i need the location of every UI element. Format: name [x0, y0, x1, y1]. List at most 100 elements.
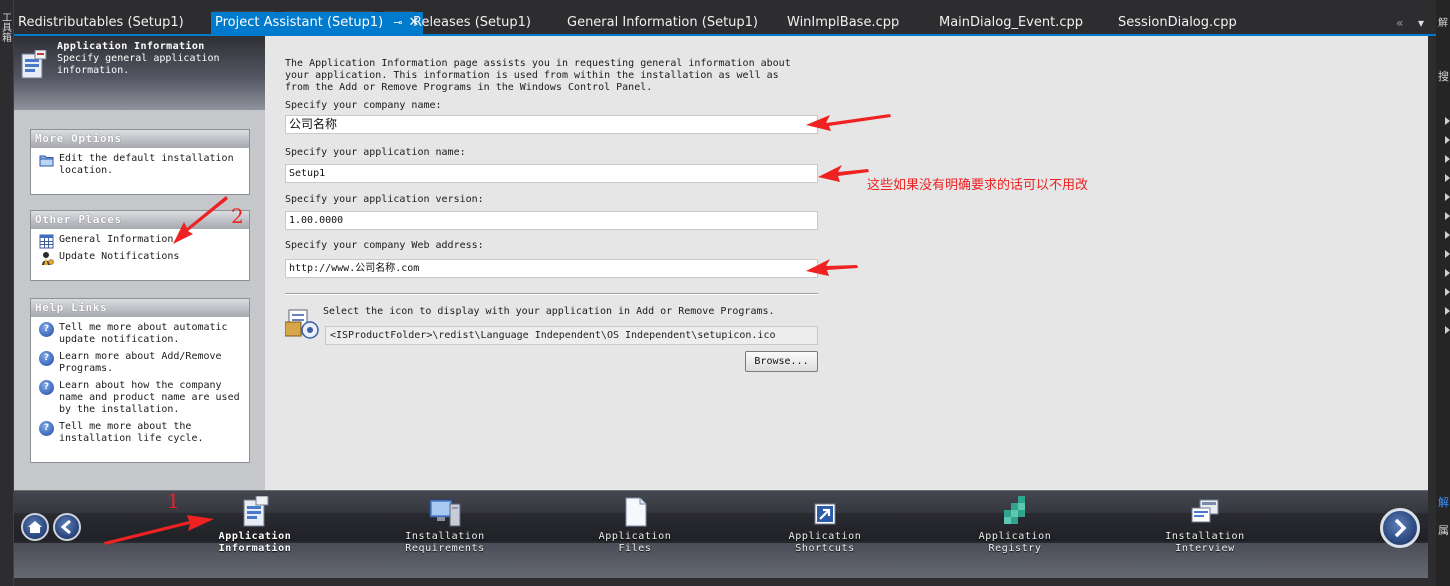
solution-explorer-strip[interactable]: 解 搜 解 属	[1436, 0, 1450, 586]
tree-expander-icon[interactable]	[1445, 117, 1450, 125]
annotation-number: 1	[167, 489, 180, 513]
setup-icon	[285, 309, 319, 339]
step-application-shortcuts[interactable]: Application Shortcuts	[765, 496, 885, 555]
help-icon: ?	[39, 380, 54, 395]
requirements-icon	[429, 499, 461, 527]
application-name-field[interactable]: Setup1	[285, 164, 818, 183]
step-installation-requirements[interactable]: Installation Requirements	[385, 496, 505, 555]
document-tab-strip: Redistributables (Setup1) Project Assist…	[14, 0, 1436, 35]
icon-path-field[interactable]: <ISProductFolder>\redist\Language Indepe…	[325, 326, 818, 345]
web-address-label: Specify your company Web address:	[285, 240, 484, 251]
browse-button[interactable]: Browse...	[745, 351, 818, 372]
application-version-field[interactable]: 1.00.0000	[285, 211, 818, 230]
properties-tab[interactable]: 属	[1438, 522, 1449, 538]
general-information-label: General Information	[59, 234, 174, 245]
section-divider	[285, 293, 818, 295]
company-name-field[interactable]: 公司名称	[285, 115, 818, 134]
help-link-label: Learn about how the company name and pro…	[59, 380, 240, 415]
tab-dropdown-icon[interactable]: ▾	[1418, 14, 1424, 32]
update-notifications-link[interactable]: Update Notifications	[39, 251, 245, 265]
tab-strip-decoration	[214, 0, 834, 15]
other-places-panel: Other Places General Information Update …	[30, 210, 250, 281]
intro-text-line: your application. This information is us…	[285, 70, 779, 81]
tab-winimplbase[interactable]: WinImplBase.cpp	[783, 12, 903, 34]
tree-expander-icon[interactable]	[1445, 155, 1450, 163]
tab-redistributables[interactable]: Redistributables (Setup1)	[14, 12, 188, 34]
general-information-link[interactable]: General Information	[39, 234, 245, 249]
home-button[interactable]	[21, 513, 49, 541]
tab-overflow-icon[interactable]: «	[1396, 14, 1403, 32]
next-icon	[1394, 518, 1407, 538]
solution-explorer-label: 解	[1438, 18, 1448, 29]
app-info-icon	[243, 496, 269, 527]
help-link-label: Tell me more about the installation life…	[59, 421, 204, 444]
shortcut-icon	[814, 503, 836, 525]
step-application-information[interactable]: Application Information	[195, 496, 315, 555]
help-link-add-remove-programs[interactable]: ? Learn more about Add/Remove Programs.	[39, 351, 245, 375]
tree-expander-icon[interactable]	[1445, 307, 1450, 315]
icon-select-label: Select the icon to display with your app…	[323, 306, 775, 317]
help-links-title: Help Links	[31, 299, 249, 317]
application-version-label: Specify your application version:	[285, 194, 484, 205]
web-address-field[interactable]: http://www.公司名称.com	[285, 259, 818, 278]
annotation-note: 这些如果没有明确要求的话可以不用改	[867, 178, 1089, 193]
toolbox-strip[interactable]: 工具箱	[0, 0, 14, 586]
update-icon	[42, 252, 54, 265]
step-application-files[interactable]: Application Files	[575, 496, 695, 555]
tree-expander-icon[interactable]	[1445, 326, 1450, 334]
tab-project-assistant[interactable]: Project Assistant (Setup1) ⊸ ✕	[211, 12, 424, 34]
tree-expander-icon[interactable]	[1445, 231, 1450, 239]
pin-icon[interactable]: ⊸	[393, 16, 402, 29]
back-button[interactable]	[53, 513, 81, 541]
folder-icon	[39, 155, 54, 167]
next-button[interactable]	[1380, 508, 1420, 548]
tree-expander-icon[interactable]	[1445, 288, 1450, 296]
tree-expander-icon[interactable]	[1445, 269, 1450, 277]
page-subtitle: Specify general application information.	[57, 53, 220, 76]
tab-releases[interactable]: Releases (Setup1)	[409, 12, 535, 34]
tab-label: Releases (Setup1)	[413, 15, 531, 30]
files-icon	[625, 497, 647, 527]
search-label: 搜	[1438, 70, 1449, 83]
solution-explorer-tab[interactable]: 解	[1438, 494, 1449, 510]
intro-text-line: from the Add or Remove Programs in the W…	[285, 82, 653, 93]
page-title: Application Information	[57, 41, 205, 52]
project-assistant-view: Application Information Specify general …	[14, 36, 1428, 490]
status-bar	[14, 578, 1436, 586]
help-link-company-product-name[interactable]: ? Learn about how the company name and p…	[39, 380, 245, 416]
step-label-line2: Information	[218, 543, 292, 554]
step-label-line2: Shortcuts	[795, 543, 855, 554]
step-label-line1: Installation	[405, 531, 485, 542]
tree-expander-icon[interactable]	[1445, 174, 1450, 182]
back-icon	[60, 519, 71, 535]
tab-label: General Information (Setup1)	[567, 15, 759, 30]
edit-install-location-label: Edit the default installation location.	[59, 153, 234, 176]
tree-expander-icon[interactable]	[1445, 250, 1450, 258]
help-icon: ?	[39, 351, 54, 366]
app-info-icon	[21, 50, 47, 79]
help-link-update-notification[interactable]: ? Tell me more about automatic update no…	[39, 322, 245, 346]
assistant-navbar: Application Information Installation Req…	[14, 490, 1428, 578]
help-link-life-cycle[interactable]: ? Tell me more about the installation li…	[39, 421, 245, 445]
step-label-line1: Application	[218, 531, 292, 542]
step-label-line2: Requirements	[405, 543, 485, 554]
tab-maindialog-event[interactable]: MainDialog_Event.cpp	[935, 12, 1087, 34]
help-link-label: Learn more about Add/Remove Programs.	[59, 351, 222, 374]
tab-general-information[interactable]: General Information (Setup1)	[563, 12, 762, 34]
tab-sessiondialog[interactable]: SessionDialog.cpp	[1114, 12, 1241, 34]
page-header: Application Information Specify general …	[14, 36, 265, 110]
home-icon	[28, 521, 42, 533]
intro-text-line: The Application Information page assists…	[285, 58, 791, 69]
tab-label: Redistributables (Setup1)	[18, 15, 184, 30]
step-installation-interview[interactable]: Installation Interview	[1145, 496, 1265, 555]
tab-label: SessionDialog.cpp	[1118, 15, 1237, 30]
step-application-registry[interactable]: Application Registry	[955, 496, 1075, 555]
tree-expander-icon[interactable]	[1445, 193, 1450, 201]
task-sidebar: More Options Edit the default installati…	[14, 110, 265, 490]
tree-expander-icon[interactable]	[1445, 136, 1450, 144]
tree-expander-icon[interactable]	[1445, 212, 1450, 220]
main-form: The Application Information page assists…	[265, 36, 1428, 490]
edit-install-location-link[interactable]: Edit the default installation location.	[39, 153, 245, 177]
annotation-number: 2	[231, 204, 244, 228]
help-icon: ?	[39, 322, 54, 337]
